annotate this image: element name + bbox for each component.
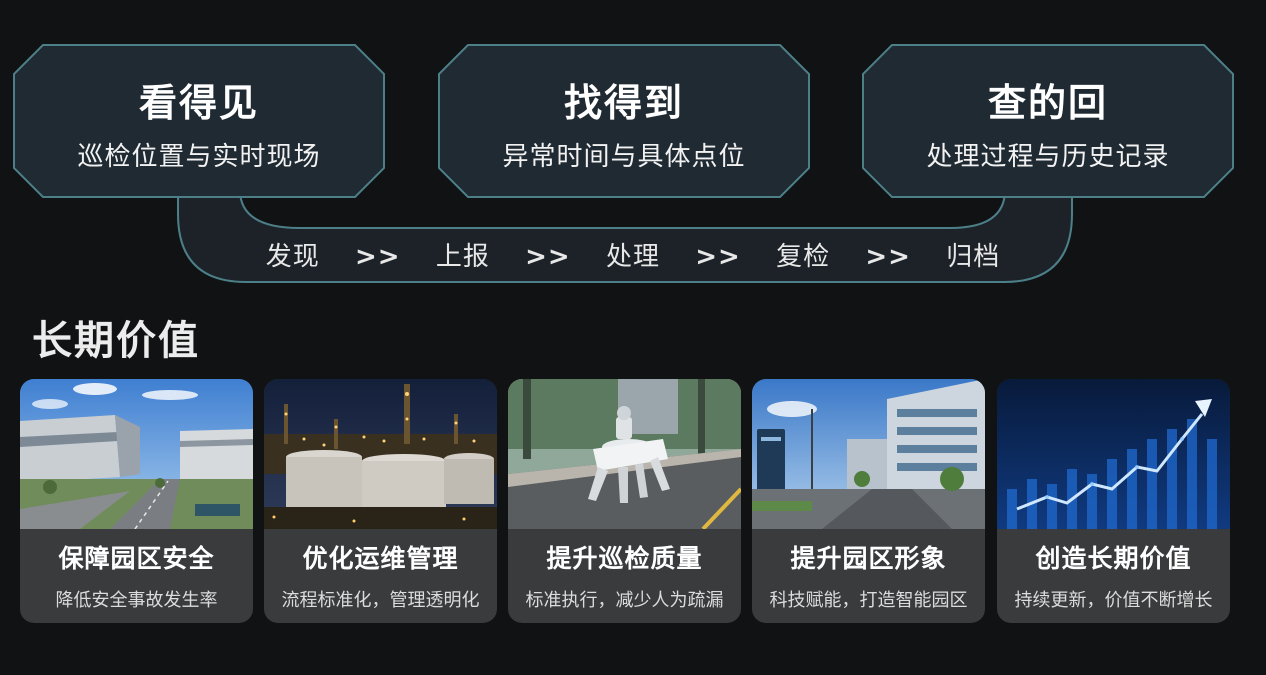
card-title: 优化运维管理 [302,544,459,573]
panel-subtitle: 巡检位置与实时现场 [77,142,321,172]
card-subtitle: 持续更新，价值不断增长 [1014,590,1213,611]
flow-steps: 发现 >> 上报 >> 处理 >> 复检 >> 归档 [0,236,1266,273]
flow-step: 归档 [946,242,1001,272]
flow-step: 发现 [265,242,320,272]
refinery-night-photo [264,379,497,529]
card-title: 保障园区安全 [58,544,215,573]
card-subtitle: 降低安全事故发生率 [55,590,218,611]
panel-title: 看得见 [138,81,259,125]
value-card-safety: 保障园区安全 降低安全事故发生率 [20,379,253,623]
card-title: 创造长期价值 [1035,544,1192,573]
value-card-growth: 创造长期价值 持续更新，价值不断增长 [997,379,1230,623]
panel-traceable: 查的回 处理过程与历史记录 [862,44,1234,198]
card-subtitle: 标准执行，减少人为疏漏 [525,590,724,611]
value-card-operations: 优化运维管理 流程标准化，管理透明化 [264,379,497,623]
flow-separator: >> [525,242,571,272]
card-title: 提升巡检质量 [546,544,703,573]
panel-subtitle: 处理过程与历史记录 [926,142,1170,172]
value-panels-section: 看得见 巡检位置与实时现场 找得到 异常时间与具体点位 查的回 处理过程与历史记… [0,0,1266,300]
panel-title: 找得到 [563,81,684,125]
flow-step: 复检 [776,242,831,272]
industrial-park-photo [20,379,253,529]
value-card-image: 提升园区形象 科技赋能，打造智能园区 [752,379,985,623]
card-subtitle: 流程标准化，管理透明化 [281,590,480,611]
value-card-inspection: 提升巡检质量 标准执行，减少人为疏漏 [508,379,741,623]
panel-visible: 看得见 巡检位置与实时现场 [13,44,385,198]
flow-separator: >> [865,242,911,272]
growth-chart-photo [997,379,1230,529]
panel-findable: 找得到 异常时间与具体点位 [438,44,810,198]
panel-subtitle: 异常时间与具体点位 [502,142,746,172]
panel-title: 查的回 [987,81,1108,125]
flow-separator: >> [355,242,401,272]
flow-step: 上报 [435,242,490,272]
flow-step: 处理 [605,242,660,272]
smart-park-street-photo [752,379,985,529]
card-title: 提升园区形象 [790,544,947,573]
section-title: 长期价值 [32,318,200,364]
flow-separator: >> [695,242,741,272]
card-subtitle: 科技赋能，打造智能园区 [769,590,968,611]
robot-dog-photo [508,379,741,529]
